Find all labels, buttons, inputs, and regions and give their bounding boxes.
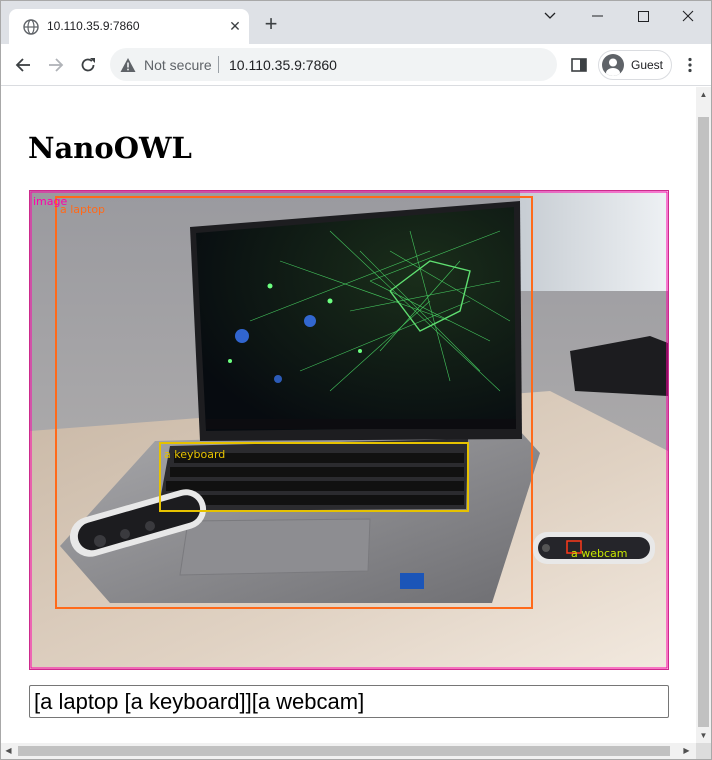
browser-toolbar: Not secure 10.110.35.9:7860 Guest (1, 44, 711, 86)
tab-close-icon[interactable]: ✕ (227, 18, 243, 34)
scroll-right-icon[interactable]: ▶ (679, 743, 694, 759)
screen-taskbar (206, 419, 516, 429)
side-panel-icon[interactable] (571, 57, 587, 73)
forward-icon[interactable] (45, 54, 67, 76)
scrollbar-corner (696, 743, 711, 759)
window-collapse-icon[interactable] (527, 1, 573, 31)
detection-label-keyboard: a keyboard (164, 448, 225, 461)
browser-window: 10.110.35.9:7860 ✕ + Not secure 10.110.3… (0, 0, 712, 760)
sticker (400, 573, 424, 589)
globe-icon (23, 19, 39, 35)
address-bar[interactable]: Not secure 10.110.35.9:7860 (110, 48, 557, 81)
page-title: NanoOWL (28, 131, 192, 165)
address-divider (218, 56, 219, 73)
security-label[interactable]: Not secure (144, 57, 212, 73)
reload-icon[interactable] (77, 54, 99, 76)
detection-scene: image a laptop a keyboard a webcam (30, 191, 668, 669)
window (520, 191, 668, 291)
minimize-icon[interactable] (574, 1, 620, 31)
vertical-scroll-thumb[interactable] (698, 117, 709, 727)
prompt-input[interactable] (29, 685, 669, 718)
new-tab-icon[interactable]: + (260, 13, 282, 36)
horizontal-scrollbar[interactable]: ◀ ▶ (1, 743, 696, 759)
profile-button[interactable]: Guest (598, 50, 672, 80)
url-text[interactable]: 10.110.35.9:7860 (229, 57, 337, 73)
close-window-icon[interactable] (665, 1, 711, 31)
trackpad (179, 518, 371, 576)
page-viewport: NanoOWL image a laptop a keyboard a webc… (1, 87, 696, 743)
detection-label-laptop: a laptop (60, 203, 105, 216)
laptop-screen (196, 207, 516, 431)
avatar-icon (602, 54, 624, 76)
scroll-down-icon[interactable]: ▼ (696, 728, 711, 743)
maximize-icon[interactable] (620, 1, 666, 31)
detection-label-webcam: a webcam (571, 547, 628, 560)
vertical-scrollbar[interactable]: ▲ ▼ (696, 87, 711, 743)
more-menu-icon[interactable] (682, 56, 698, 74)
tab-strip: 10.110.35.9:7860 ✕ + (1, 1, 711, 44)
back-icon[interactable] (12, 54, 34, 76)
scroll-up-icon[interactable]: ▲ (696, 87, 711, 102)
browser-tab[interactable]: 10.110.35.9:7860 ✕ (9, 9, 249, 44)
scroll-left-icon[interactable]: ◀ (1, 743, 16, 759)
detection-output-image: image a laptop a keyboard a webcam (29, 190, 669, 670)
warning-icon[interactable] (120, 57, 136, 73)
profile-name: Guest (631, 58, 664, 72)
horizontal-scroll-thumb[interactable] (18, 746, 670, 756)
tab-title: 10.110.35.9:7860 (47, 19, 140, 33)
